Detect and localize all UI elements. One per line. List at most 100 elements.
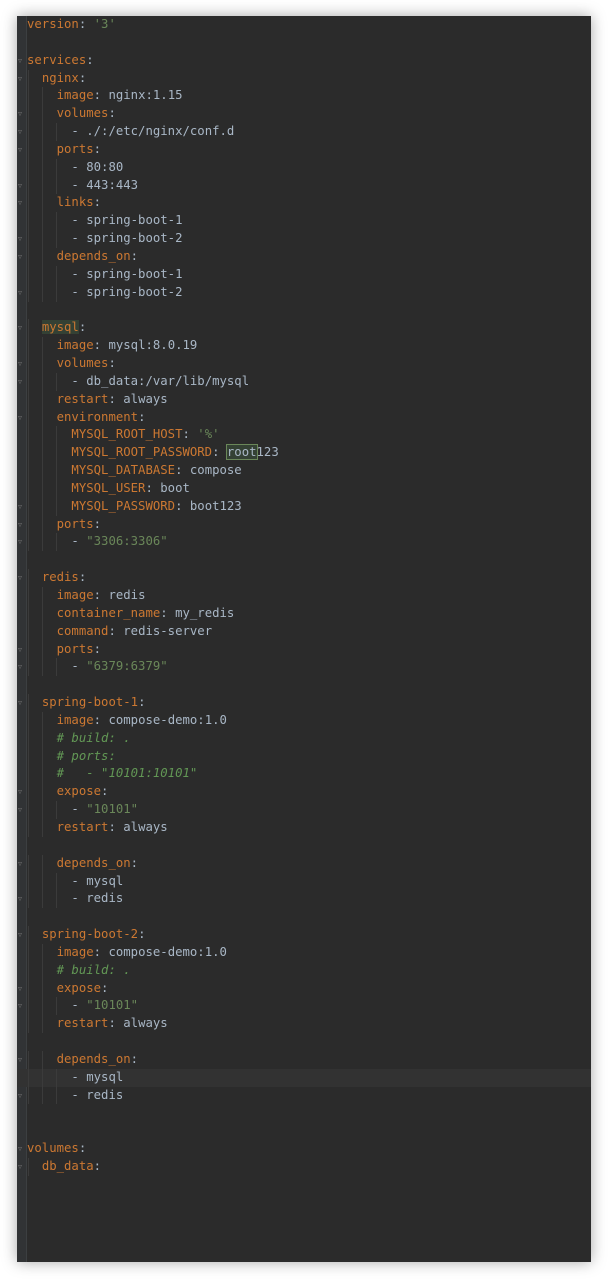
- code-line[interactable]: ▿ ports:: [17, 640, 591, 659]
- fold-marker-icon[interactable]: ▿: [18, 109, 24, 118]
- code-line[interactable]: ▿ - 443:443: [17, 176, 591, 195]
- yaml-editor[interactable]: version: '3' ▿ services: ▿ nginx: image: ng…: [17, 16, 591, 1262]
- code-line[interactable]: [17, 908, 591, 926]
- code-line[interactable]: restart: always: [17, 1015, 591, 1034]
- fold-marker-icon[interactable]: ▿: [18, 787, 24, 796]
- code-line[interactable]: MYSQL_DATABASE: compose: [17, 462, 591, 480]
- code-line[interactable]: # - "10101:10101": [17, 765, 591, 784]
- code-line[interactable]: MYSQL_USER: boot: [17, 479, 591, 498]
- fold-marker-icon[interactable]: ▿: [18, 145, 24, 154]
- code-line[interactable]: ▿ depends_on:: [17, 247, 591, 266]
- code-line[interactable]: ▿ - redis: [17, 890, 591, 909]
- fold-marker-icon[interactable]: ▿: [18, 234, 24, 243]
- fold-marker-icon[interactable]: ▿: [18, 252, 24, 261]
- code-line[interactable]: ▿ MYSQL_PASSWORD: boot123: [17, 497, 591, 516]
- code-line[interactable]: image: compose-demo:1.0: [17, 711, 591, 730]
- code-line[interactable]: ▿ - ./:/etc/nginx/conf.d: [17, 123, 591, 141]
- code-line[interactable]: [17, 1104, 591, 1122]
- code-line[interactable]: # build: .: [17, 729, 591, 748]
- code-line[interactable]: ▿ spring-boot-1:: [17, 694, 591, 712]
- code-line[interactable]: ▿ expose:: [17, 979, 591, 998]
- code-line[interactable]: ▿ db_data:: [17, 1158, 591, 1176]
- fold-marker-icon[interactable]: ▿: [18, 1001, 24, 1010]
- fold-marker-icon[interactable]: ▿: [18, 377, 24, 386]
- code-line[interactable]: # build: .: [17, 961, 591, 980]
- code-line[interactable]: [17, 302, 591, 320]
- fold-marker-icon[interactable]: ▿: [18, 537, 24, 546]
- code-line[interactable]: restart: always: [17, 390, 591, 409]
- code-line[interactable]: - spring-boot-1: [17, 265, 591, 284]
- code-line[interactable]: [17, 551, 591, 569]
- code-area[interactable]: version: '3' ▿ services: ▿ nginx: image: ng…: [17, 16, 591, 1176]
- fold-marker-icon[interactable]: ▿: [18, 56, 24, 65]
- code-line[interactable]: [17, 837, 591, 855]
- fold-marker-icon[interactable]: ▿: [18, 127, 24, 136]
- fold-marker-icon[interactable]: ▿: [18, 859, 24, 868]
- fold-marker-icon[interactable]: ▿: [18, 181, 24, 190]
- code-line[interactable]: ▿ services:: [17, 52, 591, 70]
- fold-marker-icon[interactable]: ▿: [18, 502, 24, 511]
- fold-marker-icon[interactable]: ▿: [18, 698, 24, 707]
- code-line[interactable]: restart: always: [17, 818, 591, 837]
- code-line[interactable]: ▿ - "10101": [17, 801, 591, 819]
- code-line[interactable]: image: mysql:8.0.19: [17, 337, 591, 356]
- fold-marker-icon[interactable]: ▿: [18, 74, 24, 83]
- code-line[interactable]: ▿ - redis: [17, 1086, 591, 1105]
- code-line[interactable]: [17, 1033, 591, 1051]
- code-line[interactable]: ▿ - spring-boot-2: [17, 283, 591, 302]
- fold-marker-icon[interactable]: ▿: [18, 1162, 24, 1171]
- fold-marker-icon[interactable]: ▿: [18, 520, 24, 529]
- code-line[interactable]: ▿ - "10101": [17, 997, 591, 1016]
- code-line[interactable]: [17, 676, 591, 694]
- code-line[interactable]: image: redis: [17, 587, 591, 605]
- code-line[interactable]: version: '3': [17, 16, 591, 34]
- code-line[interactable]: [17, 1122, 591, 1140]
- code-line[interactable]: [17, 34, 591, 52]
- code-line[interactable]: ▿ nginx:: [17, 69, 591, 88]
- fold-marker-icon[interactable]: ▿: [18, 894, 24, 903]
- code-line[interactable]: - spring-boot-1: [17, 212, 591, 231]
- code-line[interactable]: ▿ ports:: [17, 140, 591, 159]
- fold-marker-icon[interactable]: ▿: [18, 1055, 24, 1064]
- code-line[interactable]: ▿ - "6379:6379": [17, 658, 591, 677]
- code-line[interactable]: ▿ links:: [17, 194, 591, 213]
- fold-marker-icon[interactable]: ▿: [18, 984, 24, 993]
- fold-marker-icon[interactable]: ▿: [18, 1091, 24, 1100]
- code-line[interactable]: ▿ - "3306:3306": [17, 533, 591, 552]
- fold-marker-icon[interactable]: ▿: [18, 323, 24, 332]
- code-line[interactable]: container_name: my_redis: [17, 604, 591, 623]
- code-line[interactable]: ▿ volumes:: [17, 105, 591, 124]
- fold-marker-icon[interactable]: ▿: [18, 288, 24, 297]
- code-line[interactable]: MYSQL_ROOT_PASSWORD: root123: [17, 444, 591, 463]
- code-line[interactable]: image: compose-demo:1.0: [17, 943, 591, 962]
- code-line[interactable]: ▿ ports:: [17, 515, 591, 534]
- fold-marker-icon[interactable]: ▿: [18, 930, 24, 939]
- code-line[interactable]: # ports:: [17, 747, 591, 766]
- code-line[interactable]: ▿ volumes:: [17, 1140, 591, 1158]
- code-line[interactable]: ▿ volumes:: [17, 355, 591, 373]
- code-line[interactable]: ▿ mysql:: [17, 319, 591, 338]
- code-line[interactable]: - mysql: [17, 872, 591, 891]
- code-line[interactable]: MYSQL_ROOT_HOST: '%': [17, 426, 591, 445]
- code-line[interactable]: ▿ spring-boot-2:: [17, 926, 591, 944]
- code-line[interactable]: - mysql: [17, 1068, 591, 1087]
- code-line[interactable]: command: redis-server: [17, 622, 591, 641]
- fold-marker-icon[interactable]: ▿: [18, 573, 24, 582]
- code-line[interactable]: ▿ - db_data:/var/lib/mysql: [17, 372, 591, 391]
- fold-marker-icon[interactable]: ▿: [18, 805, 24, 814]
- fold-marker-icon[interactable]: ▿: [18, 359, 24, 368]
- code-line[interactable]: ▿ environment:: [17, 408, 591, 427]
- code-line[interactable]: ▿ depends_on:: [17, 854, 591, 873]
- fold-marker-icon[interactable]: ▿: [18, 413, 24, 422]
- code-line[interactable]: ▿ redis:: [17, 569, 591, 587]
- code-line[interactable]: ▿ depends_on:: [17, 1050, 591, 1069]
- text-selection[interactable]: root: [225, 444, 258, 461]
- fold-marker-icon[interactable]: ▿: [18, 662, 24, 671]
- fold-marker-icon[interactable]: ▿: [18, 645, 24, 654]
- fold-marker-icon[interactable]: ▿: [18, 198, 24, 207]
- code-line[interactable]: - 80:80: [17, 158, 591, 177]
- code-line[interactable]: ▿ expose:: [17, 783, 591, 802]
- fold-marker-icon[interactable]: ▿: [18, 1144, 24, 1153]
- code-line[interactable]: ▿ - spring-boot-2: [17, 230, 591, 248]
- code-line[interactable]: image: nginx:1.15: [17, 87, 591, 106]
